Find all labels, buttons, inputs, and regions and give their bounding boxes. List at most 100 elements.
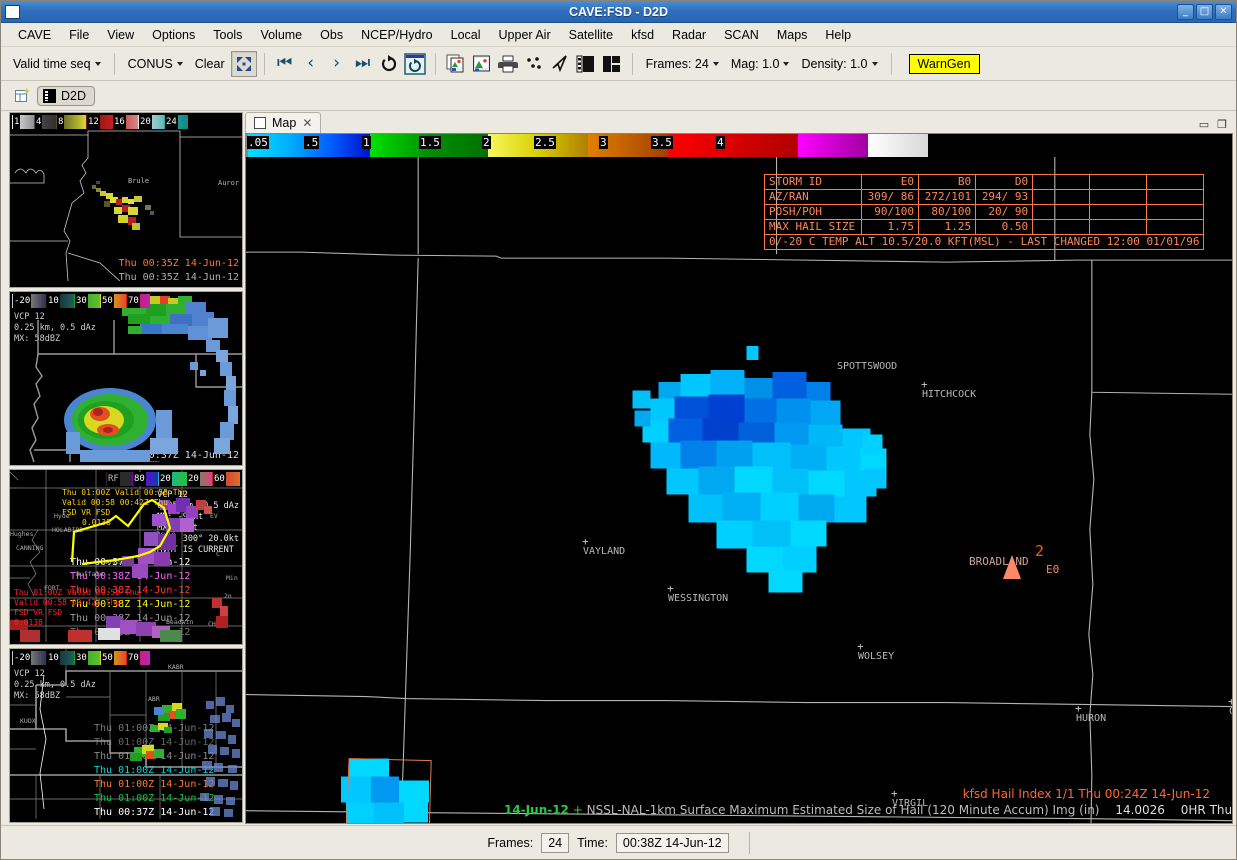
vayland-text: VAYLAND (583, 546, 626, 557)
menu-tools[interactable]: Tools (204, 26, 251, 44)
new-window-icon (15, 87, 31, 102)
menu-upper-air[interactable]: Upper Air (490, 26, 560, 44)
snapshot-button[interactable] (469, 51, 495, 77)
product-legend-line[interactable]: 14-Jun-12 + NSSL-NAL-1km Surface Maximum… (504, 803, 1232, 817)
station-plus-icon: + (667, 582, 674, 595)
image-copy-icon (446, 54, 464, 73)
cell-storm-id-3 (1032, 174, 1091, 190)
svg-text:C: C (216, 550, 220, 558)
refl2-seg-0: -20 (12, 650, 46, 665)
side-panel-reflectivity-2[interactable]: KABR ABR KUDX -20 10 30 50 70 VCP 12 0.2… (9, 647, 243, 823)
app-icon (5, 4, 20, 19)
menu-obs[interactable]: Obs (311, 26, 352, 44)
time-status-value[interactable]: 00:38Z 14-Jun-12 (615, 832, 729, 853)
print-button[interactable] (495, 51, 521, 77)
mag-dropdown[interactable]: Mag: 1.0 (725, 54, 796, 74)
menu-local[interactable]: Local (442, 26, 490, 44)
menu-view[interactable]: View (98, 26, 143, 44)
first-frame-button[interactable]: ⏮ (272, 51, 298, 77)
reflectivity-1-colorbar: -20 10 30 50 70 (12, 293, 150, 308)
cell-posh-poh-3 (1032, 204, 1091, 220)
window-controls: _ □ ✕ (1177, 3, 1236, 20)
close-button[interactable]: ✕ (1215, 3, 1232, 20)
menu-ncep-hydro[interactable]: NCEP/Hydro (352, 26, 442, 44)
table-row: POSH/POH 90/100 80/100 20/ 90 (764, 204, 1205, 220)
map-canvas[interactable]: .05 .5 1 1.5 2 2.5 3 3.5 4 STORM ID E0 B… (245, 133, 1233, 824)
refl1-seg-4: 70 (126, 293, 150, 308)
storm-id-label-e0: E0 (1046, 563, 1060, 576)
vil-colorbar: 1 4 8 12 16 20 24 (12, 115, 188, 129)
cbar-tail (928, 134, 1232, 157)
menu-help[interactable]: Help (816, 26, 860, 44)
row-label-max-hail-size: MAX HAIL SIZE (764, 219, 862, 235)
refl1-tick-4: 70 (127, 293, 140, 308)
vil-map-graphic: Brule Auror (10, 116, 242, 281)
next-frame-icon: › (333, 53, 341, 73)
menu-file[interactable]: File (60, 26, 98, 44)
loop-active-button[interactable] (402, 51, 428, 77)
loop-icon (381, 54, 396, 71)
vel-ann-red-1: Valid 00:58 00:42Z Thu (14, 598, 120, 607)
editor-maximize-button[interactable]: ❐ (1217, 118, 1227, 131)
menu-satellite[interactable]: Satellite (560, 26, 622, 44)
vil-colorbar-seg-0: 1 (12, 115, 34, 129)
table-row: 0/-20 C TEMP ALT 10.5/20.0 KFT(MSL) - LA… (763, 234, 1205, 250)
row-label-posh-poh: POSH/POH (764, 204, 862, 220)
station-plus-icon: + (857, 640, 864, 653)
menu-maps[interactable]: Maps (768, 26, 817, 44)
perspective-tab-strip: D2D (1, 81, 1236, 111)
toolbar-divider-5 (890, 52, 892, 75)
editor-tab-map[interactable]: Map ✕ (245, 112, 322, 133)
new-window-button[interactable] (15, 87, 31, 104)
frames-status-value[interactable]: 24 (541, 832, 570, 853)
menu-cave[interactable]: CAVE (9, 26, 60, 44)
conus-dropdown[interactable]: CONUS (122, 54, 189, 74)
cell-az-ran-0: 309/ 86 (860, 189, 920, 205)
loop-button[interactable] (376, 51, 402, 77)
baseline-button[interactable] (547, 51, 573, 77)
perspective-tab-d2d[interactable]: D2D (37, 85, 96, 106)
cbar-magenta (798, 134, 868, 157)
points-button[interactable] (521, 51, 547, 77)
density-dropdown[interactable]: Density: 1.0 (795, 54, 883, 74)
image-properties-button[interactable] (443, 51, 469, 77)
two-panel-button[interactable] (599, 51, 625, 77)
menu-scan[interactable]: SCAN (715, 26, 768, 44)
city-label-hitchcock: + HITCHCOCK (921, 378, 976, 400)
vel-tick-0: RF (107, 472, 120, 486)
menu-kfsd[interactable]: kfsd (622, 26, 663, 44)
hail-size-colorbar[interactable] (246, 134, 1232, 157)
editor-restore-button[interactable]: ▭ (1199, 118, 1209, 131)
vil-tick-1: 4 (35, 115, 43, 129)
side-panel-reflectivity-1[interactable]: -20 10 30 50 70 VCP 12 0.25 km, 0.5 dAz … (9, 290, 243, 466)
frames-dropdown[interactable]: Frames: 24 (640, 54, 725, 74)
maximize-button[interactable]: □ (1196, 3, 1213, 20)
prev-frame-button[interactable]: ‹ (298, 51, 324, 77)
hail-index-legend-line[interactable]: kfsd Hail Index 1/1 Thu 00:24Z 14-Jun-12 (963, 787, 1210, 801)
vel-ann-1: Valid 00:58 00:42Z Thu (62, 498, 168, 507)
close-icon[interactable]: ✕ (302, 116, 312, 130)
editor-tab-bar: Map ✕ ▭ ❐ (245, 111, 1233, 133)
four-panel-button[interactable] (573, 51, 599, 77)
valid-time-seq-dropdown[interactable]: Valid time seq (7, 54, 107, 74)
cursor-arrow-icon (552, 55, 567, 73)
clear-button[interactable]: Clear (189, 54, 231, 74)
menu-radar[interactable]: Radar (663, 26, 715, 44)
cell-az-ran-2: 294/ 93 (975, 189, 1034, 205)
last-frame-button[interactable]: ⏭ (350, 51, 376, 77)
side-panel-velocity[interactable]: Hyde HOLABIRD Hughes CANNING Buffalo FORT J… (9, 469, 243, 645)
side-panel-vil[interactable]: Brule Auror 1 4 8 12 16 20 24 Thu 00:35Z… (9, 112, 243, 288)
svg-text:Hughes: Hughes (10, 530, 34, 538)
minimize-button[interactable]: _ (1177, 3, 1194, 20)
menu-volume[interactable]: Volume (251, 26, 311, 44)
vil-tick-2: 8 (57, 115, 65, 129)
warngen-button[interactable]: WarnGen (908, 53, 980, 74)
refl1-tick-3: 50 (101, 293, 114, 308)
vil-tick-5: 20 (139, 115, 152, 129)
refl2-seg-1: 10 (46, 650, 74, 665)
cbar-tick-6: 3 (599, 136, 608, 149)
menu-options[interactable]: Options (143, 26, 204, 44)
next-frame-button[interactable]: › (324, 51, 350, 77)
fit-to-screen-button[interactable] (230, 50, 257, 77)
refl2-tick-4: 70 (127, 650, 140, 665)
